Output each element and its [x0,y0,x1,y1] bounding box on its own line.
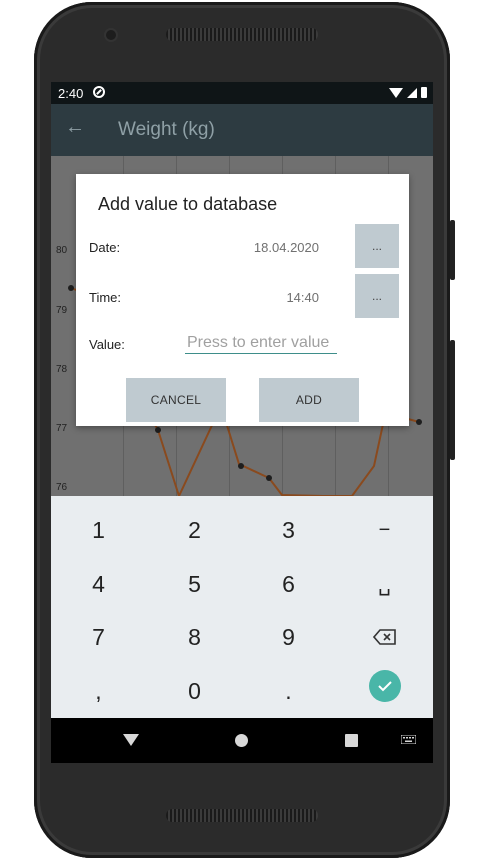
backspace-key[interactable] [337,610,432,664]
status-bar: 2:40 [51,82,433,104]
date-value: 18.04.2020 [253,240,319,255]
data-point [68,285,74,291]
data-point [266,475,272,481]
dialog-title: Add value to database [98,194,278,214]
arrow-left-icon[interactable]: ← [65,116,85,139]
nav-recents-icon[interactable] [345,734,358,747]
signal-icon [407,87,417,98]
key-comma[interactable]: , [51,664,146,718]
key-minus[interactable]: − [337,503,432,557]
wifi-icon [389,87,403,98]
data-point [238,463,244,469]
app-bar: ← Weight (kg) [51,104,433,156]
volume-button [450,220,455,280]
key-6[interactable]: 6 [241,557,336,611]
data-point [416,419,422,425]
status-time: 2:40 [58,86,84,101]
value-label: Value: [89,337,125,352]
pick-date-button[interactable]: ... [355,224,399,268]
cancel-button[interactable]: CANCEL [126,378,226,422]
key-8[interactable]: 8 [147,610,242,664]
page-title: Weight (kg) [118,119,215,140]
data-point [155,427,161,433]
value-input[interactable] [185,332,337,354]
checkmark-icon [368,670,401,702]
key-0[interactable]: 0 [147,664,242,718]
system-nav-bar [51,718,433,763]
date-label: Date: [89,240,121,255]
keyboard-switch-icon[interactable] [401,735,416,744]
key-5[interactable]: 5 [147,557,242,611]
battery-icon [421,87,427,98]
key-9[interactable]: 9 [241,610,336,664]
status-icons [389,87,427,98]
key-7[interactable]: 7 [51,610,146,664]
numeric-keyboard: 1 2 3 − 4 5 6 ␣ 7 8 9 , 0 . [51,496,433,718]
add-value-dialog: Add value to database Date: 18.04.2020 .… [76,174,409,426]
time-value: 14:40 [286,290,319,305]
backspace-icon [372,629,396,645]
bottom-speaker [166,809,318,822]
nav-home-icon[interactable] [235,734,248,747]
key-1[interactable]: 1 [51,503,146,557]
done-key[interactable] [337,659,432,713]
nav-back-icon[interactable] [123,734,139,746]
key-space[interactable]: ␣ [337,557,432,611]
key-period[interactable]: . [241,664,336,718]
time-label: Time: [89,290,122,305]
front-camera [106,30,116,40]
key-2[interactable]: 2 [147,503,242,557]
pick-time-button[interactable]: ... [355,274,399,318]
power-button [450,340,455,460]
key-3[interactable]: 3 [241,503,336,557]
earpiece-speaker [166,28,318,41]
key-4[interactable]: 4 [51,557,146,611]
do-not-disturb-icon [93,86,105,98]
add-button[interactable]: ADD [259,378,359,422]
screen: 2:40 ← Weight (kg) 80 79 78 77 76 Add va… [51,82,433,763]
